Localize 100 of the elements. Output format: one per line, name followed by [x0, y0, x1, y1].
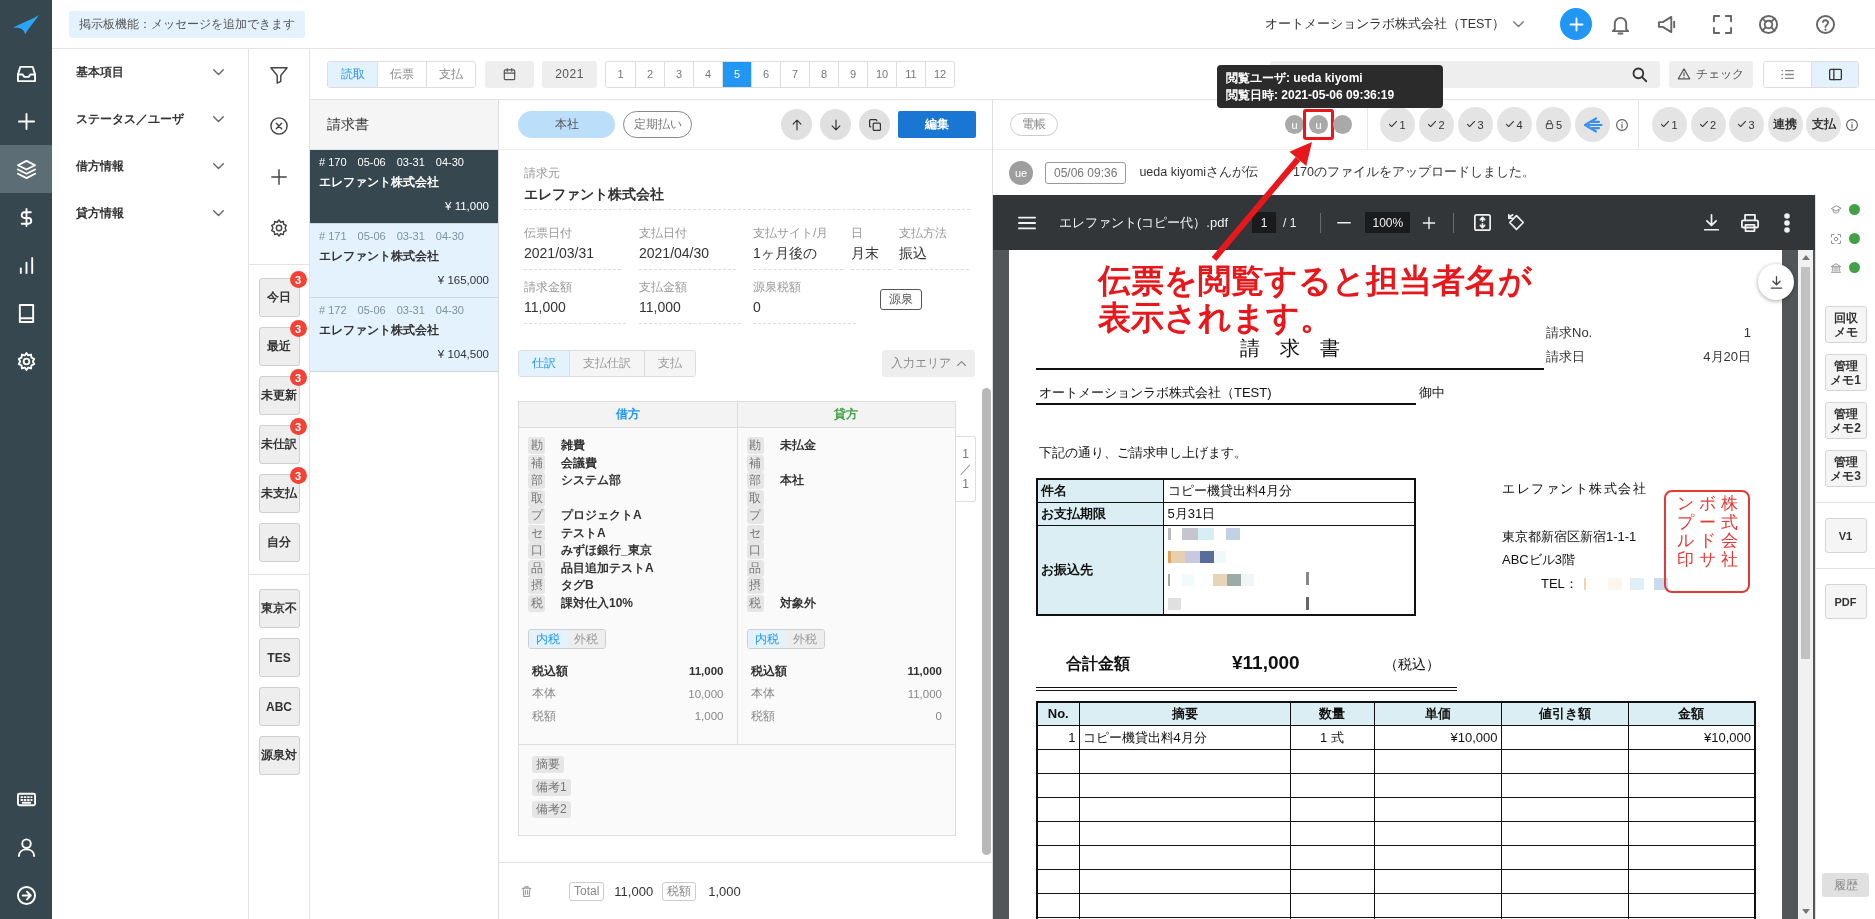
calendar-button[interactable] — [485, 60, 534, 88]
memo-button[interactable]: 管理 メモ3 — [1824, 450, 1867, 487]
filter-section-toggle[interactable]: 借方情報 — [52, 143, 248, 190]
amount-text: ¥ 11,000 — [445, 199, 489, 213]
month-tab[interactable]: 12 — [925, 61, 954, 87]
split-panel-icon — [1828, 67, 1842, 81]
memo-button[interactable]: 管理 メモ1 — [1824, 354, 1867, 391]
version-button[interactable]: V1 — [1824, 518, 1867, 553]
account-value: 品目追加テストA — [561, 559, 654, 577]
zoom-field[interactable]: 100% — [1365, 212, 1411, 233]
view-tab[interactable] — [1811, 61, 1858, 87]
field-tag: 部 — [528, 472, 545, 490]
trash-icon[interactable] — [521, 885, 532, 897]
approval-step[interactable]: 3 — [1729, 107, 1764, 142]
scrollbar[interactable] — [982, 388, 991, 855]
download-button[interactable] — [1758, 264, 1794, 300]
company-name: エレファント株式会社 — [319, 175, 440, 190]
approval-step[interactable]: 3 — [1458, 107, 1493, 142]
copy-button[interactable] — [859, 109, 890, 140]
quick-filter-button[interactable]: 源泉対 — [258, 736, 300, 775]
approval-step[interactable]: 2 — [1419, 107, 1454, 142]
swoosh-logo-icon[interactable] — [13, 14, 39, 35]
more-icon[interactable] — [1785, 213, 1789, 232]
info-icon[interactable] — [1845, 118, 1858, 131]
warning-icon — [1678, 68, 1690, 80]
page-count: / 1 — [1283, 215, 1297, 230]
field-label: 支払日付 — [639, 226, 688, 240]
quick-filter-button[interactable]: ABC — [258, 687, 300, 726]
approval-step[interactable]: 連携 — [1767, 107, 1803, 142]
account-value: システム部 — [561, 472, 621, 490]
field-tag: 口 — [528, 542, 545, 560]
document-list-item[interactable]: # 172 05-06 03-31 04-30 エレファント株式会社 ¥ 104,500 — [310, 298, 498, 372]
pdf-button[interactable]: PDF — [1824, 584, 1867, 619]
edit-button[interactable]: 編集 — [898, 111, 976, 138]
help-icon[interactable] — [1816, 14, 1835, 34]
field-tag: 摂 — [746, 577, 764, 595]
approval-step[interactable]: 5 — [1536, 107, 1571, 142]
check-icon — [1428, 121, 1437, 128]
filter-section-toggle[interactable]: 貸方情報 — [52, 190, 248, 237]
quick-filter-button[interactable]: 自分 — [258, 523, 300, 562]
total-label: 合計金額 — [1066, 653, 1130, 674]
table-cell: 1 式 — [1290, 725, 1374, 750]
scrollbar[interactable] — [1798, 250, 1813, 919]
print-icon[interactable] — [1741, 213, 1759, 232]
stamp-text: 株式会社 — [1720, 495, 1738, 572]
page-number: 1 — [962, 446, 969, 462]
check-icon — [1506, 121, 1515, 128]
quick-filter-button[interactable]: 東京不 — [258, 589, 300, 628]
check-icon — [1699, 121, 1708, 128]
page-separator: ／ — [959, 461, 972, 477]
filter-section-toggle[interactable]: 基本項目 — [52, 49, 248, 96]
document-list-item[interactable]: # 171 05-06 03-31 04-30 エレファント株式会社 ¥ 165,000 — [310, 224, 498, 298]
column-header: 値引き額 — [1501, 701, 1628, 726]
megaphone-icon[interactable] — [1658, 14, 1677, 34]
company-selector[interactable]: オートメーションラボ株式会社（TEST） — [1265, 15, 1524, 33]
column-header: 単価 — [1374, 701, 1501, 726]
document-number: # 171 — [319, 229, 347, 243]
approval-step[interactable]: 1 — [1380, 107, 1415, 142]
approval-step[interactable]: 1 — [1652, 107, 1687, 142]
check-icon — [1661, 121, 1670, 128]
account-value: テストA — [561, 524, 606, 542]
page-number-field[interactable]: 1 — [1252, 212, 1276, 233]
branch-button[interactable]: 本社 — [518, 111, 615, 138]
clear-icon[interactable] — [270, 116, 288, 135]
rotate-icon[interactable] — [1508, 214, 1526, 231]
zoom-out-icon[interactable] — [1337, 221, 1352, 224]
approval-step[interactable] — [1575, 107, 1610, 142]
lifebuoy-icon[interactable] — [1759, 14, 1778, 34]
bell-icon[interactable] — [1611, 14, 1630, 34]
file-name: エレファント(コピー代）.pdf — [1059, 213, 1228, 232]
info-icon[interactable] — [1616, 118, 1628, 131]
document-list-item[interactable]: # 170 05-06 03-31 04-30 エレファント株式会社 ¥ 11,000 — [310, 150, 498, 224]
down-arrow-button[interactable] — [820, 109, 851, 140]
tooltip-text: 閲覧ユーザ: ueda kiyomi — [1226, 70, 1364, 87]
check-button[interactable]: チェック — [1669, 60, 1753, 88]
year-button[interactable]: 2021 — [542, 60, 597, 88]
zoom-in-icon[interactable] — [1422, 215, 1437, 230]
fullscreen-icon[interactable] — [1713, 14, 1732, 34]
up-arrow-button[interactable] — [781, 109, 812, 140]
nav-item[interactable] — [0, 145, 52, 193]
withholding-button[interactable]: 源泉 — [880, 289, 922, 310]
plus-icon[interactable] — [270, 167, 288, 186]
mode-tab[interactable]: 支払 — [426, 61, 475, 87]
approval-step[interactable]: 支払 — [1806, 107, 1841, 142]
add-button[interactable] — [1560, 8, 1592, 40]
field-value: 2021/04/30 — [639, 244, 711, 263]
download-icon[interactable] — [1703, 214, 1720, 231]
approval-step[interactable]: 2 — [1690, 107, 1726, 142]
approval-step[interactable]: 4 — [1497, 107, 1532, 142]
memo-button[interactable]: 管理 メモ2 — [1824, 402, 1867, 439]
fit-page-icon[interactable] — [1474, 214, 1492, 231]
account-value: 雑費 — [561, 437, 585, 455]
field-label: 請求金額 — [524, 280, 573, 294]
filter-section-toggle[interactable]: ステータス／ユーザ — [52, 96, 248, 143]
settings-icon[interactable] — [270, 218, 288, 237]
field-tag: 摂 — [528, 577, 545, 595]
quick-filter-button[interactable]: TES — [258, 638, 300, 677]
activity-message: 170のファイルをアップロードしました。 — [1293, 164, 1535, 181]
filter-icon[interactable] — [270, 65, 288, 84]
memo-button[interactable]: 回収 メモ — [1824, 306, 1867, 343]
